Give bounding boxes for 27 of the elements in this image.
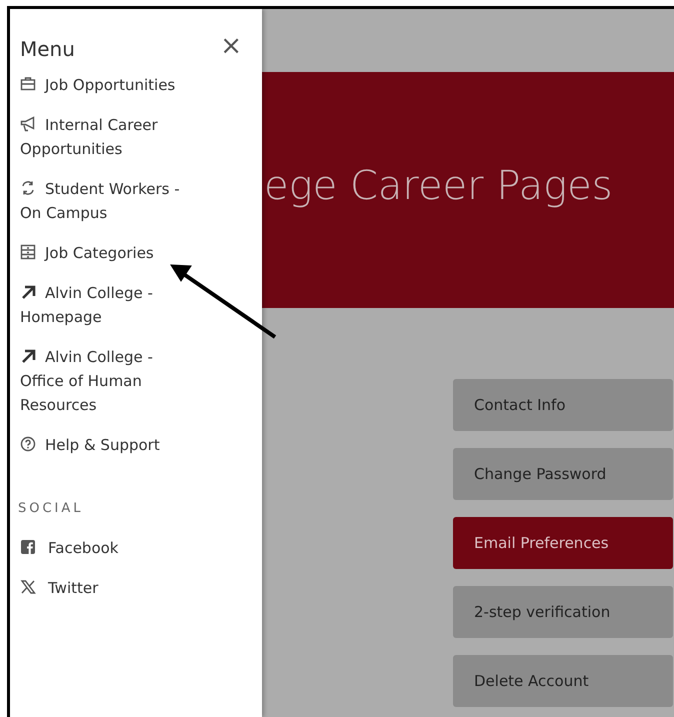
social-link[interactable]: Facebook (20, 536, 192, 560)
banner-title: ege Career Pages (264, 163, 613, 209)
menu-item[interactable]: Job Opportunities (20, 73, 192, 97)
account-option-button[interactable]: Delete Account (453, 655, 673, 707)
menu-item[interactable]: Internal Career Opportunities (20, 113, 192, 161)
close-button[interactable]: × (220, 35, 242, 57)
swap-arrows-icon (20, 180, 36, 196)
diagonal-arrow-icon (20, 284, 36, 300)
megaphone-icon (20, 116, 36, 132)
section-heading: SOCIAL (18, 501, 85, 516)
diagonal-arrow-icon (20, 348, 36, 364)
menu-item[interactable]: Alvin College - Office of Human Resources (20, 345, 192, 417)
list-icon (20, 244, 36, 260)
menu-title: Menu (20, 37, 75, 61)
briefcase-icon (20, 76, 36, 92)
menu-item[interactable]: Job Categories (20, 241, 192, 265)
x-logo-icon (20, 579, 36, 595)
help-icon (20, 436, 36, 452)
menu-item[interactable]: Help & Support (20, 433, 192, 457)
menu-item[interactable]: Student Workers - On Campus (20, 177, 192, 225)
account-option-button[interactable]: Change Password (453, 448, 673, 500)
social-link[interactable]: Twitter (20, 576, 192, 600)
account-option-button[interactable]: Email Preferences (453, 517, 673, 569)
account-option-button[interactable]: Contact Info (453, 379, 673, 431)
facebook-icon (20, 539, 36, 555)
account-option-button[interactable]: 2-step verification (453, 586, 673, 638)
menu-item[interactable]: Alvin College - Homepage (20, 281, 192, 329)
